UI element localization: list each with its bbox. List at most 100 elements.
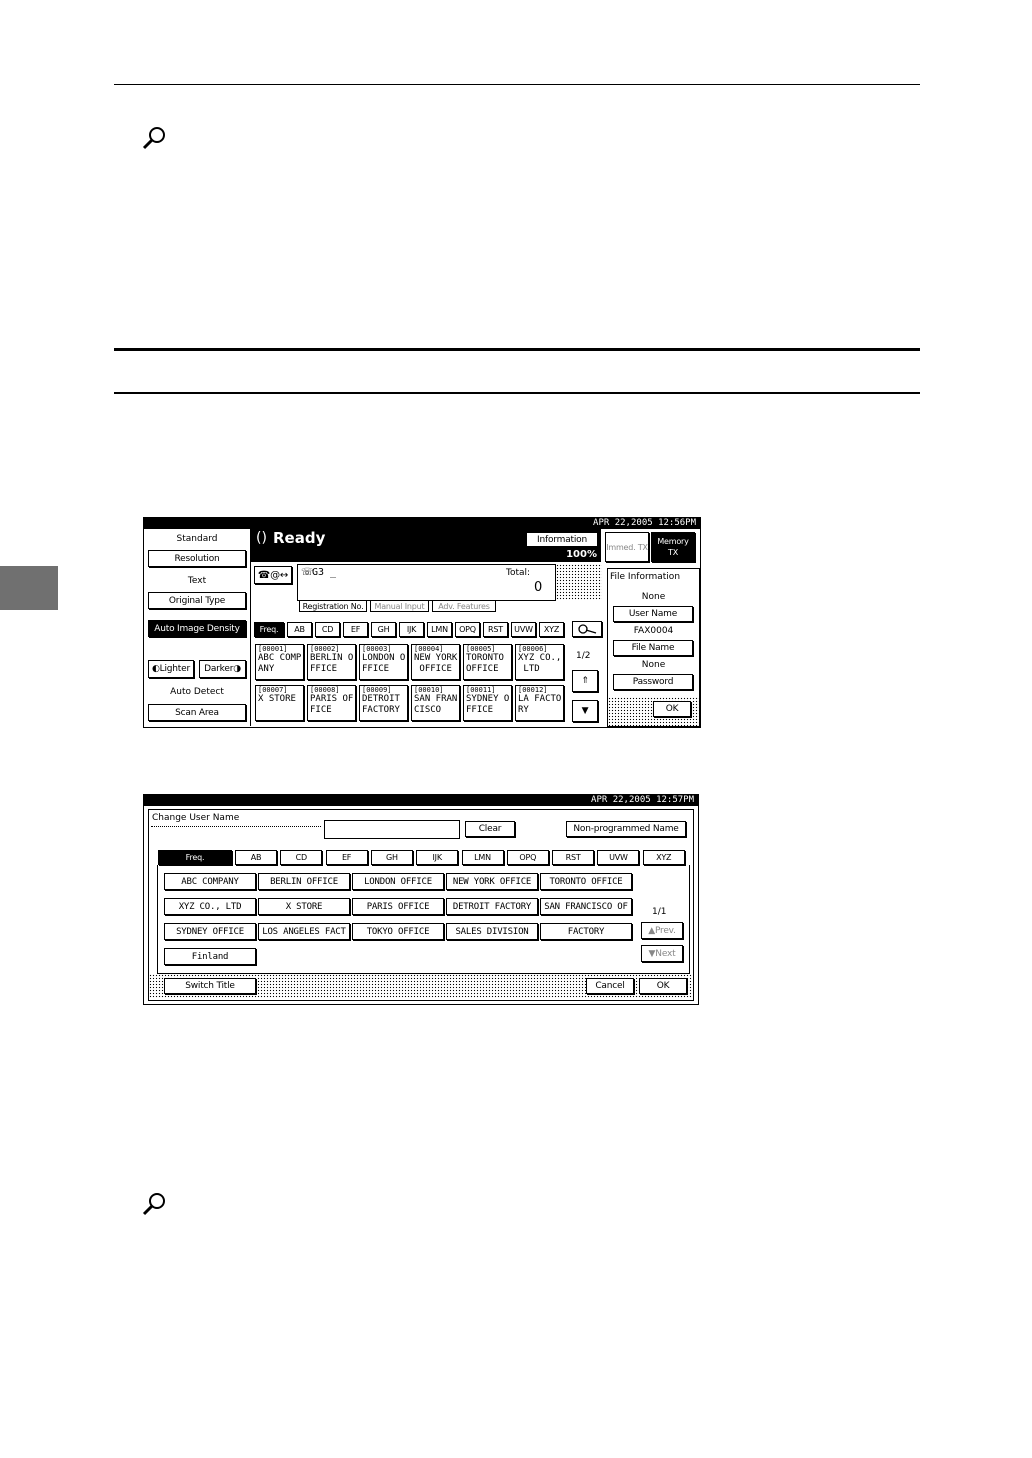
user-name-key[interactable]: TOKYO OFFICE	[352, 923, 444, 940]
title-tab-uvw[interactable]: UVW	[511, 622, 536, 637]
destination-name-line2: RY	[518, 705, 529, 715]
title-tab-ef[interactable]: EF	[343, 622, 368, 637]
resolution-value: Standard	[176, 534, 218, 544]
non-programmed-name-button[interactable]: Non-programmed Name	[566, 821, 686, 837]
dest-type-switch-button[interactable]: ☎@↔	[254, 566, 292, 584]
memory-tx-button[interactable]: Memory TX	[651, 532, 695, 562]
user-name-key[interactable]: ABC COMPANY	[164, 873, 256, 890]
original-type-button[interactable]: Original Type	[148, 592, 246, 609]
file-information-panel: File Information None User Name FAX0004 …	[607, 568, 700, 727]
title-tab-ef[interactable]: EF	[325, 850, 368, 865]
destination-name-line1: PARIS OF	[310, 694, 354, 704]
destination-code: [00009]	[362, 686, 392, 694]
title-tab-xyz[interactable]: XYZ	[642, 850, 685, 865]
destination-name-line1: ABC COMP	[258, 653, 302, 663]
clear-button[interactable]: Clear	[465, 821, 515, 837]
title-tab-lmn[interactable]: LMN	[461, 850, 504, 865]
darker-button[interactable]: Darker ◑	[199, 660, 246, 678]
title-tab-cd[interactable]: CD	[280, 850, 323, 865]
title-tab-opq[interactable]: OPQ	[455, 622, 480, 637]
title-tab-freq[interactable]: Freq.	[158, 850, 232, 865]
user-name-button[interactable]: User Name	[613, 606, 693, 622]
destination-key[interactable]: [00001] ABC COMP ANY	[255, 644, 304, 680]
user-name-key[interactable]: FACTORY	[540, 923, 632, 940]
destination-code: [00004]	[414, 645, 444, 653]
user-name-key[interactable]: X STORE	[258, 898, 350, 915]
title-tab-ab[interactable]: AB	[287, 622, 312, 637]
destination-key[interactable]: [00008] PARIS OF FICE	[307, 685, 356, 721]
user-name-key[interactable]: NEW YORK OFFICE	[446, 873, 538, 890]
lighter-button[interactable]: ◐ Lighter	[148, 660, 194, 678]
destination-name-line2: FFICE	[466, 705, 494, 715]
scan-area-button[interactable]: Scan Area	[148, 704, 246, 721]
destination-name-line1: NEW YORK	[414, 653, 458, 663]
title-tab-ijk[interactable]: IJK	[416, 850, 459, 865]
manual-input-tab[interactable]: Manual Input	[370, 600, 429, 612]
next-page-button[interactable]: ▼ Next	[641, 945, 683, 962]
destination-code: [00011]	[466, 686, 496, 694]
destination-key[interactable]: [00004] NEW YORK OFFICE	[411, 644, 460, 680]
section-rule-top	[114, 348, 920, 351]
down-arrow-icon: ▼	[648, 948, 656, 959]
title-tab-lmn[interactable]: LMN	[427, 622, 452, 637]
adv-features-tab[interactable]: Adv. Features	[432, 600, 496, 612]
ok-button[interactable]: OK	[639, 978, 687, 994]
destination-key[interactable]: [00011] SYDNEY O FFICE	[463, 685, 512, 721]
file-name-button[interactable]: File Name	[613, 640, 693, 656]
user-name-key[interactable]: DETROIT FACTORY	[446, 898, 538, 915]
resolution-button[interactable]: Resolution	[148, 550, 246, 567]
user-name-key[interactable]: SALES DIVISION	[446, 923, 538, 940]
destination-key[interactable]: [00012] LA FACTO RY	[515, 685, 564, 721]
title-tab-ab[interactable]: AB	[235, 850, 277, 865]
prev-page-button[interactable]: ▲ Prev.	[641, 922, 683, 939]
user-name-key[interactable]: SYDNEY OFFICE	[164, 923, 256, 940]
destination-key[interactable]: [00009] DETROIT FACTORY	[359, 685, 408, 721]
switch-title-button[interactable]: Switch Title	[164, 978, 256, 994]
destination-key[interactable]: [00010] SAN FRAN CISCO	[411, 685, 460, 721]
search-destination-button[interactable]	[572, 621, 602, 637]
user-name-key[interactable]: TORONTO OFFICE	[540, 873, 632, 890]
title-tab-gh[interactable]: GH	[371, 622, 396, 637]
title-tab-opq[interactable]: OPQ	[506, 850, 549, 865]
user-name-key[interactable]: Finland	[164, 948, 256, 965]
title-tab-gh[interactable]: GH	[370, 850, 413, 865]
user-name-input[interactable]	[324, 820, 460, 839]
destination-code: [00001]	[258, 645, 288, 653]
destination-key[interactable]: [00005] TORONTO OFFICE	[463, 644, 512, 680]
header-rule	[114, 84, 920, 85]
destination-key[interactable]: [00003] LONDON O FFICE	[359, 644, 408, 680]
user-name-key[interactable]: SAN FRANCISCO OF	[540, 898, 632, 915]
user-name-key[interactable]: XYZ CO., LTD	[164, 898, 256, 915]
title-tab-freq[interactable]: Freq.	[254, 622, 284, 637]
page-down-button[interactable]: ▼	[572, 700, 598, 722]
destination-code: [00008]	[310, 686, 340, 694]
user-name-key[interactable]: LOS ANGELES FACT	[258, 923, 350, 940]
datetime-bar: APR 22,2005 12:56PM	[144, 518, 700, 529]
chapter-tab-marker	[0, 566, 58, 610]
page-up-button[interactable]: ⇑	[572, 670, 598, 692]
destination-key[interactable]: [00002] BERLIN O FFICE	[307, 644, 356, 680]
password-button[interactable]: Password	[613, 674, 693, 690]
title-tab-cd[interactable]: CD	[315, 622, 340, 637]
title-tab-uvw[interactable]: UVW	[597, 850, 640, 865]
immediate-tx-button[interactable]: Immed. TX	[605, 532, 649, 562]
auto-image-density-button[interactable]: Auto Image Density	[148, 620, 246, 637]
registration-no-tab[interactable]: Registration No.	[299, 600, 367, 612]
cancel-button[interactable]: Cancel	[586, 978, 634, 994]
dest-field-pattern	[556, 564, 602, 600]
information-button[interactable]: Information	[526, 532, 598, 547]
title-tab-ijk[interactable]: IJK	[399, 622, 424, 637]
user-name-key[interactable]: LONDON OFFICE	[352, 873, 444, 890]
destination-field[interactable]: ☏ G3 _ Total: 0	[297, 564, 556, 601]
user-name-key[interactable]: PARIS OFFICE	[352, 898, 444, 915]
reference-magnifier-icon	[142, 1193, 165, 1216]
title-tab-xyz[interactable]: XYZ	[539, 622, 564, 637]
destination-key[interactable]: [00006] XYZ CO., LTD	[515, 644, 564, 680]
user-name-key[interactable]: BERLIN OFFICE	[258, 873, 350, 890]
destination-key[interactable]: [00007] X STORE	[255, 685, 304, 721]
file-info-ok-button[interactable]: OK	[653, 701, 691, 717]
search-icon	[578, 624, 597, 634]
title-tab-rst[interactable]: RST	[552, 850, 595, 865]
page-indicator: 1/1	[652, 907, 667, 917]
title-tab-rst[interactable]: RST	[483, 622, 508, 637]
